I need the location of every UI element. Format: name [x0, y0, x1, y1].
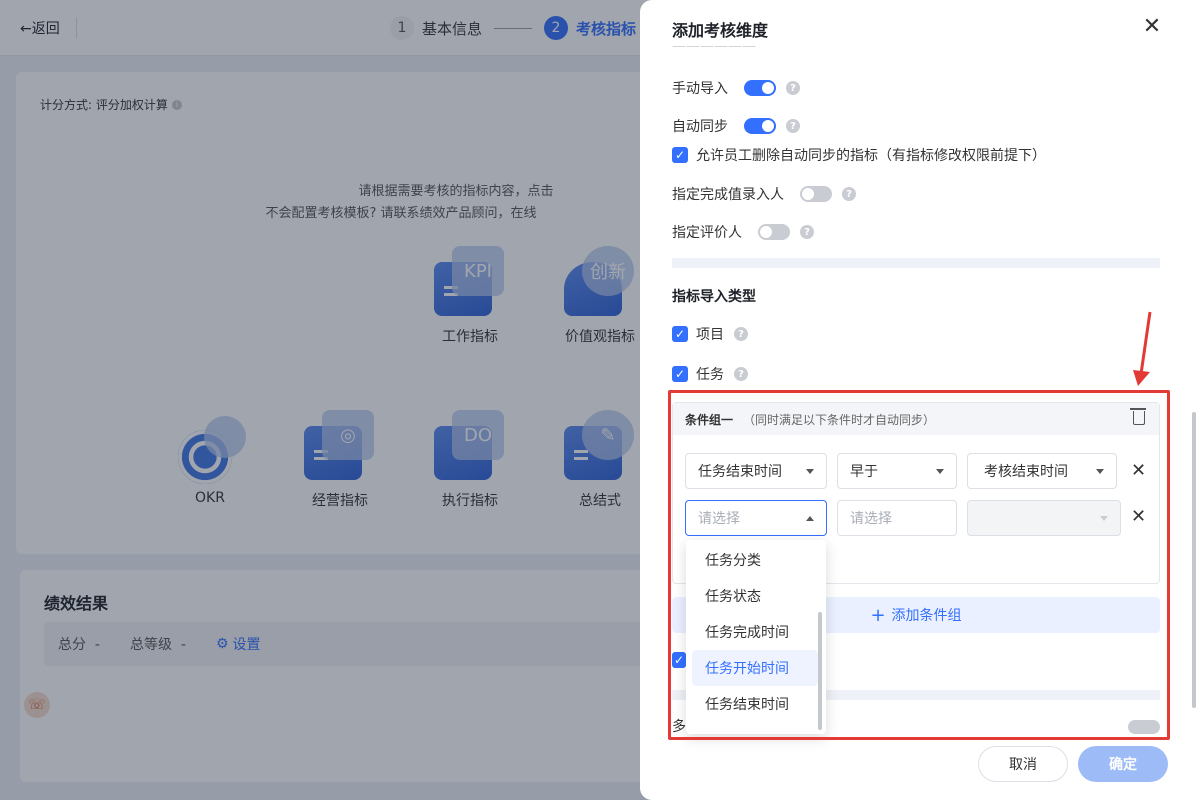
allow-delete-checkbox[interactable]: ✓ [672, 147, 688, 163]
help-icon[interactable]: ? [786, 119, 800, 133]
auto-sync-label: 自动同步 [672, 119, 728, 135]
manual-import-row: 手动导入 ? [672, 78, 800, 98]
import-type-title: 指标导入类型 [672, 289, 756, 305]
auto-sync-row: 自动同步 ? [672, 116, 800, 136]
annotation-arrow-icon [1133, 311, 1152, 386]
help-icon[interactable]: ? [800, 225, 814, 239]
close-icon[interactable]: ✕ [1140, 16, 1164, 40]
annotation-highlight-box [668, 390, 1170, 740]
assign-entry-switch[interactable] [800, 186, 832, 202]
auto-sync-switch[interactable] [744, 118, 776, 134]
help-icon[interactable]: ? [842, 187, 856, 201]
help-icon[interactable]: ? [734, 327, 748, 341]
manual-import-label: 手动导入 [672, 81, 728, 97]
assign-entry-label: 指定完成值录入人 [672, 187, 784, 203]
project-label: 项目 [696, 327, 724, 343]
task-checkbox[interactable]: ✓ [672, 366, 688, 382]
cancel-button[interactable]: 取消 [978, 746, 1068, 782]
allow-delete-row: ✓ 允许员工删除自动同步的指标（有指标修改权限前提下） [672, 145, 1046, 165]
import-type-task-row: ✓ 任务 ? [672, 364, 748, 384]
project-checkbox[interactable]: ✓ [672, 326, 688, 342]
manual-import-switch[interactable] [744, 80, 776, 96]
assign-entry-row: 指定完成值录入人 ? [672, 184, 856, 204]
task-label: 任务 [696, 367, 724, 383]
help-icon[interactable]: ? [734, 367, 748, 381]
add-dimension-drawer: 添加考核维度 ✕ —————— 手动导入 ? 自动同步 ? ✓ 允许员工删除自动… [640, 0, 1200, 800]
drawer-scrollbar[interactable] [1192, 412, 1196, 708]
clipped-row: —————— [672, 46, 756, 54]
assign-reviewer-switch[interactable] [758, 224, 790, 240]
drawer-title: 添加考核维度 [672, 21, 769, 40]
assign-reviewer-row: 指定评价人 ? [672, 222, 814, 242]
assign-reviewer-label: 指定评价人 [672, 225, 742, 241]
import-type-project-row: ✓ 项目 ? [672, 324, 748, 344]
help-icon[interactable]: ? [786, 81, 800, 95]
confirm-button[interactable]: 确定 [1078, 746, 1168, 782]
section-divider [672, 258, 1160, 268]
allow-delete-label: 允许员工删除自动同步的指标（有指标修改权限前提下） [696, 148, 1046, 164]
